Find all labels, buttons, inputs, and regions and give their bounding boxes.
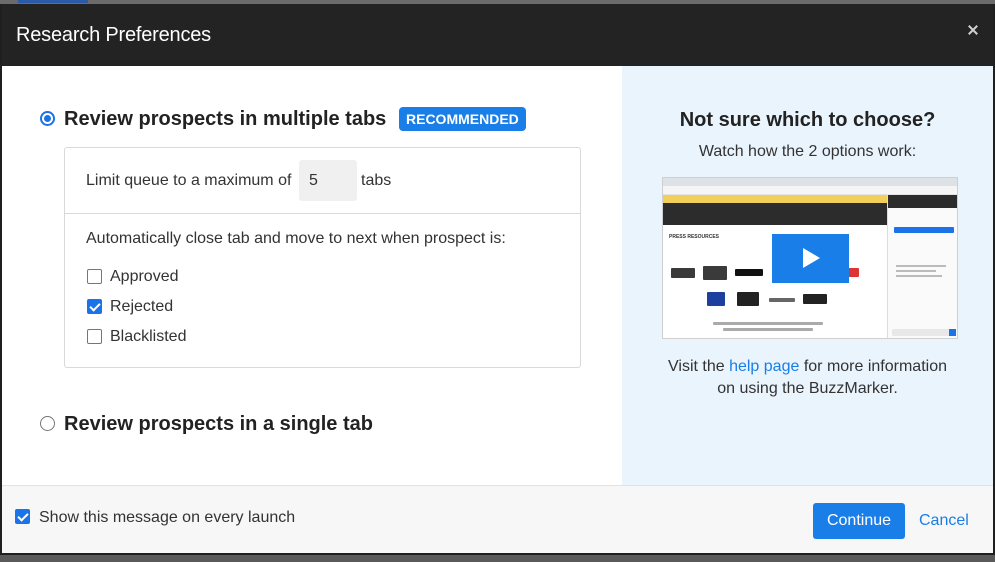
video-browser-tabs	[663, 178, 957, 186]
video-logo	[703, 266, 727, 280]
show-every-launch-label[interactable]: Show this message on every launch	[39, 509, 295, 527]
approved-label[interactable]: Approved	[110, 268, 179, 286]
video-logo	[735, 269, 763, 276]
video-logo	[707, 292, 725, 306]
recommended-badge: RECOMMENDED	[399, 107, 526, 131]
show-every-launch-checkbox[interactable]	[15, 509, 30, 524]
help-visit-text: Visit the help page for more information…	[622, 356, 993, 400]
research-preferences-dialog: Research Preferences Review prospects in…	[0, 4, 995, 555]
video-text-line	[713, 322, 823, 325]
video-logo	[671, 268, 695, 278]
play-icon[interactable]	[772, 234, 849, 283]
help-visit-prefix: Visit the	[668, 358, 725, 375]
video-site-nav	[663, 203, 887, 225]
help-title: Not sure which to choose?	[679, 109, 936, 131]
help-visit-suffix-2: on using the BuzzMarker.	[717, 380, 898, 397]
tutorial-video-thumbnail[interactable]: PRESS RESOURCES	[662, 177, 958, 339]
video-address-bar	[663, 186, 957, 195]
approved-checkbox[interactable]	[87, 269, 102, 284]
single-tab-radio[interactable]	[40, 416, 55, 431]
queue-limit-prefix: Limit queue to a maximum of	[86, 172, 292, 189]
video-extension-sidebar	[887, 195, 957, 338]
dialog-footer: Show this message on every launch Contin…	[2, 485, 993, 553]
background-active-tab	[18, 0, 88, 3]
dialog-body: Review prospects in multiple tabs RECOMM…	[2, 66, 993, 485]
video-press-heading: PRESS RESOURCES	[669, 234, 720, 240]
help-page-link[interactable]: help page	[729, 358, 799, 375]
video-text-line	[723, 328, 813, 331]
help-visit-suffix-1: for more information	[803, 358, 947, 375]
blacklisted-checkbox[interactable]	[87, 329, 102, 344]
multiple-tabs-settings: Limit queue to a maximum of tabs Automat…	[64, 147, 581, 368]
rejected-checkbox[interactable]	[87, 299, 102, 314]
dialog-title: Research Preferences	[16, 23, 211, 46]
rejected-label[interactable]: Rejected	[110, 298, 173, 316]
cancel-button[interactable]: Cancel	[919, 512, 969, 530]
video-logo	[769, 298, 795, 302]
multiple-tabs-radio[interactable]	[40, 111, 55, 126]
single-tab-label[interactable]: Review prospects in a single tab	[64, 413, 373, 436]
close-icon[interactable]	[965, 20, 981, 40]
blacklisted-label[interactable]: Blacklisted	[110, 328, 186, 346]
autoclose-label: Automatically close tab and move to next…	[86, 230, 506, 247]
queue-limit-suffix: tabs	[361, 172, 392, 189]
continue-button[interactable]: Continue	[813, 503, 905, 539]
options-panel: Review prospects in multiple tabs RECOMM…	[2, 66, 622, 485]
background-app-strip-bottom	[0, 555, 995, 562]
video-site-banner	[663, 195, 887, 203]
dialog-header: Research Preferences	[2, 4, 993, 66]
help-subtitle: Watch how the 2 options work:	[698, 143, 917, 160]
multiple-tabs-label[interactable]: Review prospects in multiple tabs	[64, 108, 386, 131]
queue-limit-input[interactable]	[299, 160, 357, 201]
video-logo	[737, 292, 759, 306]
help-panel: Not sure which to choose? Watch how the …	[622, 66, 993, 485]
queue-limit-row: Limit queue to a maximum of tabs	[65, 148, 580, 214]
video-logo	[803, 294, 827, 304]
